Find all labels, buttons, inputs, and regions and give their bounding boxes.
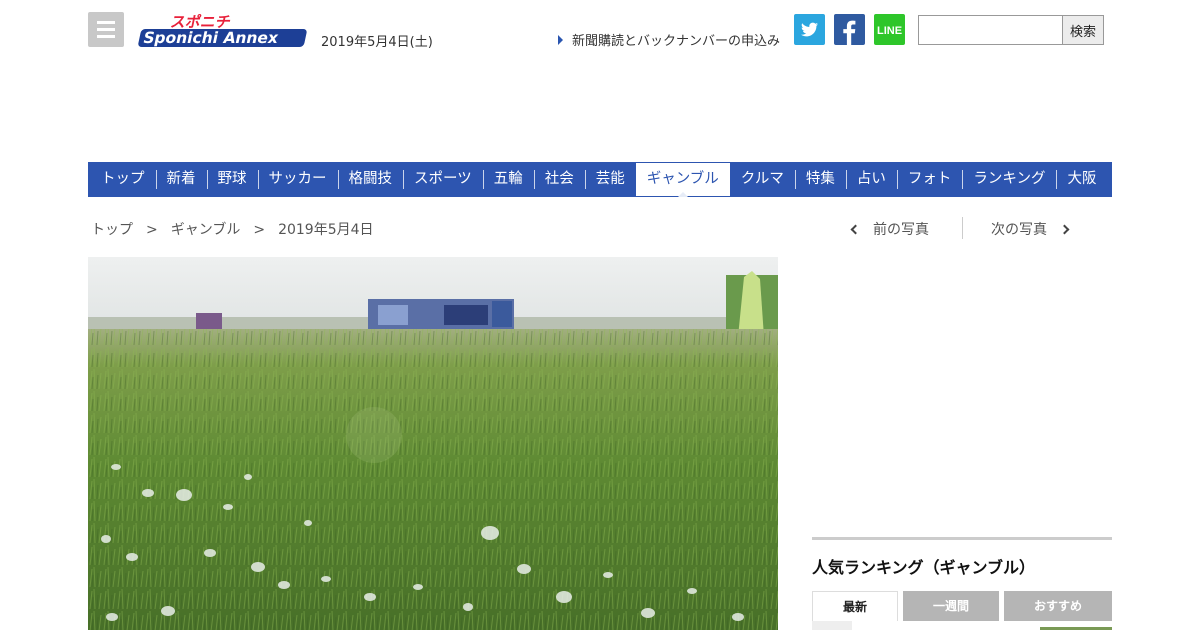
facebook-icon [843,20,856,45]
main-photo [88,257,778,630]
twitter-icon [801,22,818,37]
nav-item-2[interactable]: 野球 [206,162,258,197]
nav-item-8[interactable]: 芸能 [584,162,636,197]
breadcrumb-separator: > [253,222,266,238]
nav-item-4[interactable]: 格闘技 [337,162,404,197]
nav-item-7[interactable]: 社会 [533,162,585,197]
ranking-title: 人気ランキング（ギャンブル） [812,558,1036,577]
line-icon: LINE [877,25,902,37]
facebook-share-button[interactable] [834,14,865,45]
breadcrumb-item-top[interactable]: トップ [91,222,133,238]
search-button[interactable]: 検索 [1062,15,1104,45]
nav-item-14[interactable]: ランキング [962,162,1056,197]
line-share-button[interactable]: LINE [874,14,905,45]
ranking-tab-latest[interactable]: 最新 [812,591,898,621]
prev-photo-label: 前の写真 [873,222,929,238]
menu-bar-icon [97,35,115,38]
site-header: スポニチ Sponichi Annex 2019年5月4日(土) 新聞購読とバッ… [0,0,1200,60]
category-nav: トップ 新着 野球 サッカー 格闘技 スポーツ 五輪 社会 芸能 ギャンブル クルマ 特集 占い フォトラ… [88,162,1112,197]
chevron-right-icon [1059,224,1070,235]
menu-bar-icon [97,28,115,31]
next-photo-label: 次の写真 [991,222,1047,238]
nav-item-12[interactable]: 占い [845,162,897,197]
breadcrumb: トップ > ギャンブル >2019年5月4日 [91,219,374,239]
twitter-share-button[interactable] [794,14,825,45]
triangle-right-icon [558,35,563,45]
ranking-tab-recommended[interactable]: おすすめ [1004,591,1112,621]
photo-nav-divider [962,217,963,239]
ranking-tab-week[interactable]: 一週間 [903,591,999,621]
ranking-thumbnail[interactable] [812,621,852,630]
chevron-left-icon [850,224,861,235]
subscribe-link[interactable]: 新聞購読とバックナンバーの申込み [558,30,780,49]
nav-item-0[interactable]: トップ [90,162,156,197]
nav-item-1[interactable]: 新着 [155,162,207,197]
subscribe-link-label: 新聞購読とバックナンバーの申込み [572,34,781,49]
svg-text:LINE: LINE [877,25,902,37]
site-logo[interactable]: スポニチ Sponichi Annex [137,12,309,50]
header-date: 2019年5月4日(土) [321,35,433,50]
nav-item-3[interactable]: サッカー [257,162,338,197]
svg-text:Sponichi Annex: Sponichi Annex [142,28,281,47]
breadcrumb-item-gamble[interactable]: ギャンブル [171,222,241,238]
search-input[interactable] [918,15,1063,45]
menu-bar-icon [97,21,115,24]
nav-item-9[interactable]: ギャンブル [635,163,730,197]
nav-item-10[interactable]: クルマ [730,162,795,197]
breadcrumb-item-date: 2019年5月4日 [278,222,374,238]
ranking-divider [812,537,1112,540]
hamburger-menu-button[interactable] [88,12,124,47]
prev-photo-link[interactable]: 前の写真 [850,219,929,239]
breadcrumb-separator: > [146,222,158,238]
next-photo-link[interactable]: 次の写真 [991,219,1070,239]
nav-item-13[interactable]: フォト [896,162,963,197]
racecourse-turf-photo [88,257,778,630]
nav-item-6[interactable]: 五輪 [482,162,534,197]
nav-item-15[interactable]: 大阪 [1056,162,1107,197]
nav-item-5[interactable]: スポーツ [403,162,483,197]
nav-item-11[interactable]: 特集 [794,162,846,197]
